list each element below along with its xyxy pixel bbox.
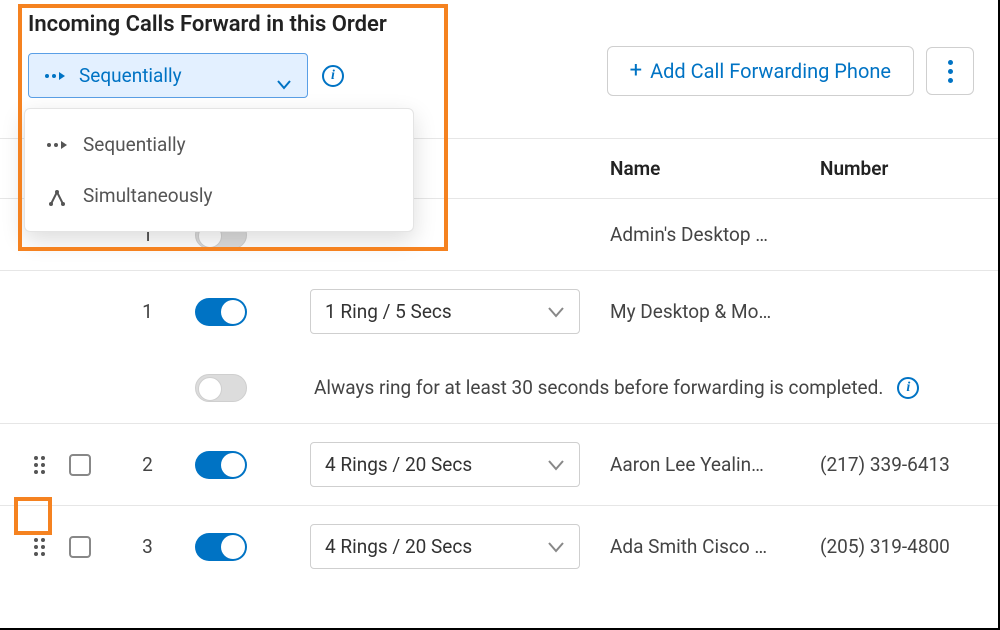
page-title: Incoming Calls Forward in this Order bbox=[28, 12, 387, 37]
order-value: 3 bbox=[100, 535, 195, 558]
kebab-icon bbox=[948, 60, 953, 83]
table-row: 1 1 Ring / 5 Secs My Desktop & Mo… bbox=[0, 271, 998, 352]
ring-duration-select[interactable]: 4 Rings / 20 Secs bbox=[310, 442, 580, 487]
sequential-icon bbox=[47, 139, 67, 151]
row-checkbox[interactable] bbox=[69, 454, 91, 476]
name-value: Aaron Lee Yealin… bbox=[610, 453, 820, 476]
chevron-down-icon bbox=[547, 535, 565, 558]
drag-handle-icon[interactable] bbox=[34, 456, 50, 474]
info-icon[interactable]: i bbox=[897, 377, 919, 399]
number-value: (205) 319-4800 bbox=[820, 535, 974, 558]
ring-duration-select[interactable]: 4 Rings / 20 Secs bbox=[310, 524, 580, 569]
min-ring-note: Always ring for at least 30 seconds befo… bbox=[310, 376, 883, 399]
name-value: Ada Smith Cisco … bbox=[610, 535, 820, 558]
row-checkbox[interactable] bbox=[69, 536, 91, 558]
plus-icon: + bbox=[630, 60, 642, 82]
table-row: 3 4 Rings / 20 Secs Ada Smith Cisco … (2… bbox=[0, 506, 998, 587]
simultaneous-icon bbox=[47, 188, 67, 204]
ring-value: 1 Ring / 5 Secs bbox=[325, 300, 452, 323]
chevron-down-icon bbox=[277, 72, 291, 82]
sequential-icon bbox=[45, 70, 65, 82]
mode-option-simultaneously[interactable]: Simultaneously bbox=[25, 170, 413, 221]
order-value: 1 bbox=[100, 300, 195, 323]
ring-value: 4 Rings / 20 Secs bbox=[325, 535, 472, 558]
mode-option-label: Sequentially bbox=[83, 133, 186, 156]
active-toggle[interactable] bbox=[195, 533, 247, 561]
forward-mode-dropdown: Sequentially Simultaneously bbox=[24, 108, 414, 232]
forward-mode-value: Sequentially bbox=[79, 64, 263, 87]
chevron-down-icon bbox=[547, 300, 565, 323]
ring-duration-select[interactable]: 1 Ring / 5 Secs bbox=[310, 289, 580, 334]
name-value: My Desktop & Mo… bbox=[610, 300, 820, 323]
ring-value: 4 Rings / 20 Secs bbox=[325, 453, 472, 476]
number-value: (217) 339-6413 bbox=[820, 453, 974, 476]
order-value: 2 bbox=[100, 453, 195, 476]
chevron-down-icon bbox=[547, 453, 565, 476]
mode-option-sequentially[interactable]: Sequentially bbox=[25, 119, 413, 170]
add-button-label: Add Call Forwarding Phone bbox=[650, 59, 891, 83]
info-icon[interactable]: i bbox=[322, 65, 344, 87]
more-actions-button[interactable] bbox=[926, 47, 974, 95]
min-ring-note-row: Always ring for at least 30 seconds befo… bbox=[0, 352, 998, 424]
min-ring-toggle[interactable] bbox=[195, 374, 247, 402]
forward-mode-select[interactable]: Sequentially bbox=[28, 53, 308, 98]
col-name: Name bbox=[610, 157, 820, 180]
name-value: Admin's Desktop … bbox=[610, 223, 820, 246]
mode-option-label: Simultaneously bbox=[83, 184, 213, 207]
active-toggle[interactable] bbox=[195, 298, 247, 326]
col-number: Number bbox=[820, 157, 974, 180]
add-call-forwarding-button[interactable]: + Add Call Forwarding Phone bbox=[607, 46, 914, 96]
drag-handle-icon[interactable] bbox=[34, 538, 50, 556]
active-toggle[interactable] bbox=[195, 451, 247, 479]
table-row: 2 4 Rings / 20 Secs Aaron Lee Yealin… (2… bbox=[0, 424, 998, 506]
